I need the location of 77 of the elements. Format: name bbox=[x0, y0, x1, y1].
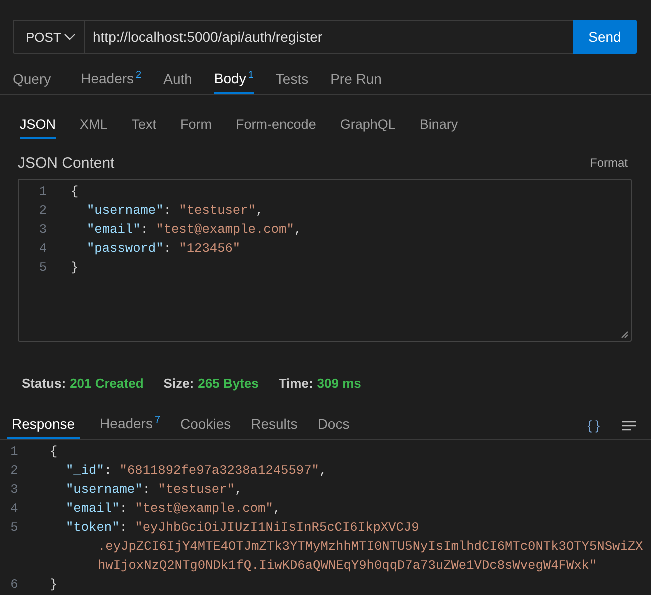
status-value: 309 ms bbox=[317, 376, 362, 391]
json-key: "username" bbox=[66, 480, 143, 499]
code-text: : bbox=[164, 240, 172, 258]
code-text: , bbox=[294, 221, 302, 239]
tab[interactable]: XML bbox=[80, 117, 108, 139]
json-key: "token" bbox=[66, 518, 120, 537]
chevron-down-icon[interactable] bbox=[64, 33, 76, 41]
code-text: : bbox=[140, 221, 148, 239]
line-number: 2 bbox=[10, 462, 20, 480]
tab[interactable]: Headers$^{7}$ bbox=[100, 415, 161, 439]
status-label: Time: bbox=[278, 376, 314, 391]
code-text: , bbox=[319, 462, 328, 480]
format-button[interactable]: Format bbox=[590, 156, 628, 170]
method-dropdown[interactable]: POST bbox=[13, 20, 85, 54]
code-text: } bbox=[50, 577, 58, 592]
status-label: Size: bbox=[164, 376, 194, 391]
menu-icon[interactable] bbox=[622, 421, 636, 431]
code-text: , bbox=[256, 202, 264, 220]
section-title: JSON Content bbox=[18, 154, 115, 172]
tab[interactable]: Auth bbox=[164, 71, 192, 94]
json-key: "email" bbox=[87, 220, 141, 239]
line-number: 5 bbox=[10, 519, 20, 537]
resize-handle-icon[interactable] bbox=[621, 331, 629, 339]
tab[interactable]: Form-encode bbox=[236, 117, 316, 139]
json-string: "6811892fe97a3238a1245597" bbox=[120, 462, 320, 480]
json-string: "testuser" bbox=[179, 202, 256, 220]
status-label: Status: bbox=[22, 376, 66, 391]
tab[interactable]: Binary bbox=[420, 117, 458, 139]
line-number: 3 bbox=[10, 481, 20, 499]
json-string: "test@example.com" bbox=[135, 500, 274, 518]
line-number: 4 bbox=[10, 500, 20, 518]
code-text: : bbox=[142, 481, 150, 499]
code-text: : bbox=[120, 500, 128, 518]
json-key: "password" bbox=[87, 239, 164, 258]
line-number: 3 bbox=[38, 221, 47, 239]
tab[interactable]: Form bbox=[180, 117, 212, 139]
json-key: "_id" bbox=[66, 461, 104, 480]
code-text: : bbox=[164, 202, 172, 220]
tab[interactable]: Headers$^{2}$ bbox=[81, 70, 142, 94]
code-text: : bbox=[104, 462, 112, 480]
tab[interactable]: Docs bbox=[318, 416, 350, 439]
line-number: 2 bbox=[38, 202, 47, 220]
tab[interactable]: JSON bbox=[20, 117, 56, 139]
line-number: 1 bbox=[10, 443, 20, 461]
code-text: } bbox=[71, 260, 79, 275]
line-number: 1 bbox=[38, 183, 47, 201]
tab[interactable]: Cookies bbox=[180, 416, 232, 439]
line-number: 5 bbox=[38, 259, 47, 277]
code-text: , bbox=[273, 500, 282, 518]
json-string: "eyJhbGciOiJIUzI1NiIsInR5cCI6IkpXVCJ9 bbox=[135, 519, 420, 537]
tab[interactable]: Query bbox=[13, 71, 52, 94]
url-field[interactable]: http://localhost:5000/api/auth/register bbox=[85, 20, 573, 54]
line-number: 6 bbox=[10, 576, 20, 594]
tab[interactable]: Body$^{1}$ bbox=[214, 70, 254, 94]
tab[interactable]: Tests bbox=[276, 71, 309, 94]
line-number: 4 bbox=[38, 240, 47, 258]
json-string: "test@example.com" bbox=[156, 221, 294, 239]
tab[interactable]: Pre Run bbox=[330, 71, 382, 94]
send-button[interactable]: Send bbox=[573, 20, 637, 54]
json-string: hwIjoxNzQ2NTg0NDk1fQ.IiwKD6aQWNEqY9h0qqD7a73uZWe1VDc8sWvegW4FWxk" bbox=[98, 557, 598, 575]
tab[interactable]: Results bbox=[251, 416, 298, 439]
code-editor[interactable]: 1 { 2 "username": "testuser", 3 "email": "test@example.com", 4 "password": "123456" 5 } bbox=[18, 179, 632, 342]
status-value: 265 Bytes bbox=[198, 376, 259, 391]
json-toggle-button[interactable]: { } bbox=[588, 418, 600, 439]
tab[interactable]: Response bbox=[7, 416, 80, 439]
json-key: "username" bbox=[87, 201, 164, 220]
code-text: { bbox=[50, 444, 58, 459]
json-key: "email" bbox=[66, 499, 120, 518]
json-string: "123456" bbox=[179, 240, 241, 258]
tab[interactable]: Text bbox=[132, 117, 157, 139]
json-string: .eyJpZCI6IjY4MTE4OTJmZTk3YTMyMzhhMTI0NTU5NyIsImlhdCI6MTc0NTk3OTY5NSwiZX bbox=[98, 538, 644, 556]
code-text: , bbox=[234, 481, 243, 499]
tab[interactable]: GraphQL bbox=[340, 117, 396, 139]
json-string: "testuser" bbox=[158, 481, 235, 499]
code-text: : bbox=[120, 519, 128, 537]
code-text: { bbox=[71, 184, 79, 199]
status-value: 201 Created bbox=[70, 376, 144, 391]
